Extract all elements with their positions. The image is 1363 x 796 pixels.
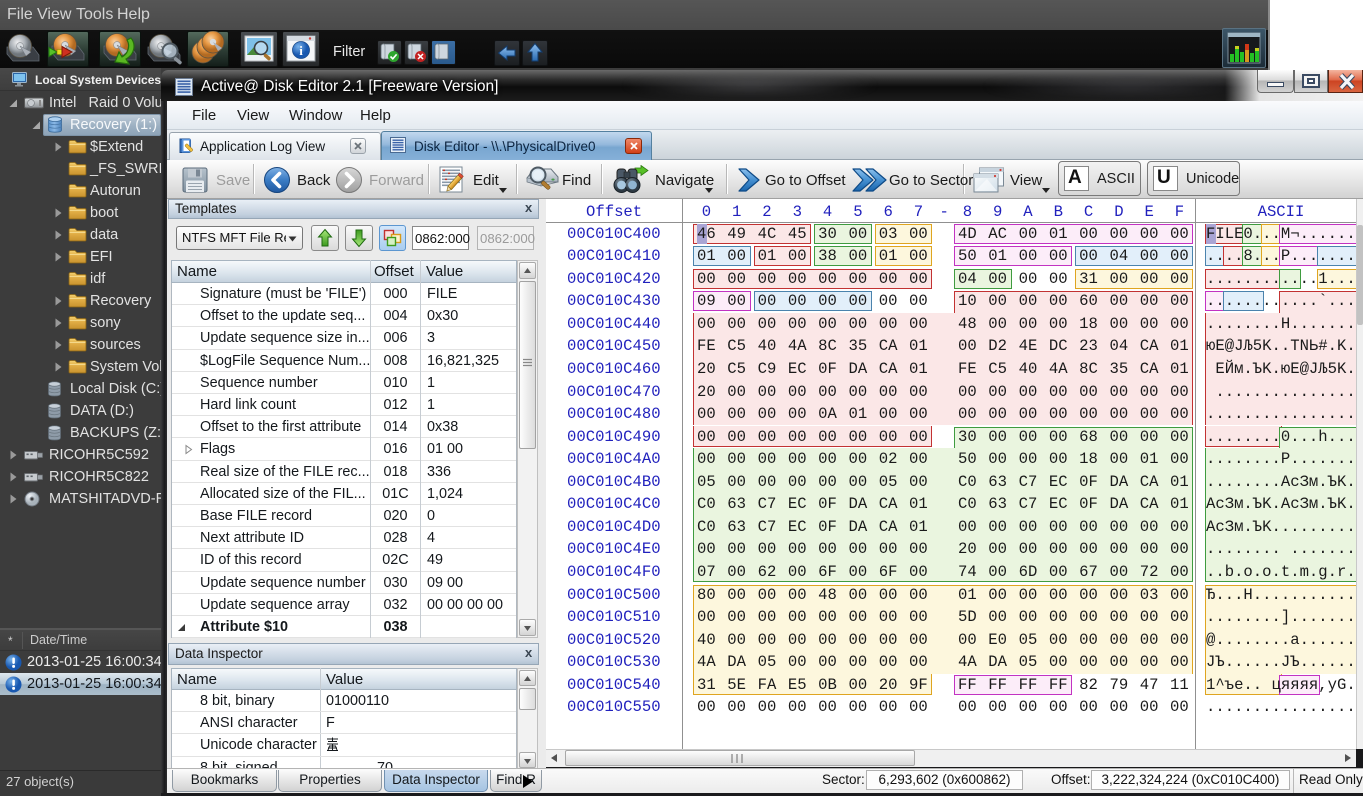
svg-text:i: i: [299, 43, 303, 58]
